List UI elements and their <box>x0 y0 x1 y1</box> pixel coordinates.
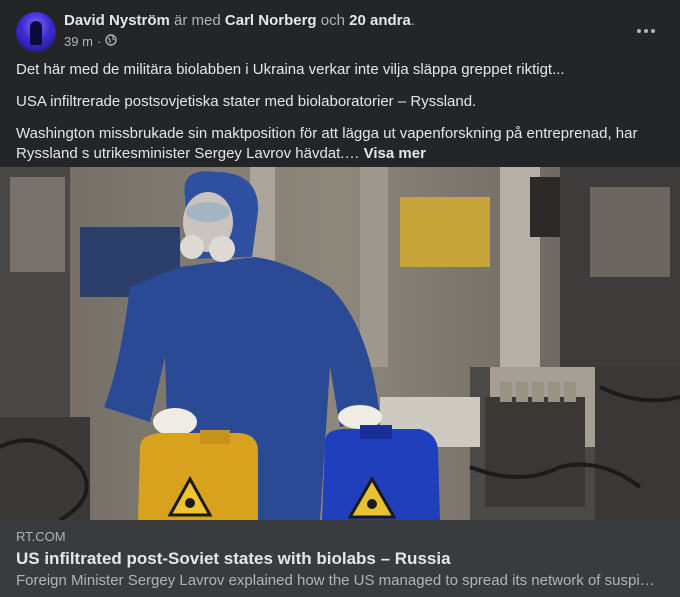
facebook-post: David Nyström är med Carl Norberg och 20… <box>0 0 680 597</box>
link-preview-image[interactable] <box>0 167 680 520</box>
more-horizontal-icon <box>636 21 656 39</box>
lab-worker-photo <box>0 167 680 520</box>
post-meta: David Nyström är med Carl Norberg och 20… <box>64 12 415 50</box>
separator-dot: · <box>96 34 102 49</box>
others-link[interactable]: 20 andra <box>349 12 411 29</box>
tagged-user[interactable]: Carl Norberg <box>225 12 317 29</box>
period: . <box>410 12 415 29</box>
post-header: David Nyström är med Carl Norberg och 20… <box>16 12 664 52</box>
see-more-link[interactable]: Visa mer <box>364 145 426 162</box>
with-text: är med <box>174 12 221 29</box>
post-attribution: David Nyström är med Carl Norberg och 20… <box>64 11 415 31</box>
and-text: och <box>320 12 345 29</box>
globe-icon <box>105 34 117 50</box>
post-paragraph-3: Washington missbrukade sin maktposition … <box>16 124 666 164</box>
post-timestamp[interactable]: 39 m <box>64 34 93 50</box>
post-text: Det här med de militära biolabben i Ukra… <box>16 60 666 176</box>
post-paragraph-1: Det här med de militära biolabben i Ukra… <box>16 61 565 78</box>
author-avatar[interactable] <box>16 12 56 52</box>
link-domain: RT.COM <box>16 529 66 544</box>
link-title[interactable]: US infiltrated post-Soviet states with b… <box>16 549 451 569</box>
link-preview[interactable]: RT.COM US infiltrated post-Soviet states… <box>0 520 680 597</box>
post-paragraph-2: USA infiltrerade postsovjetiska stater m… <box>16 93 477 110</box>
post-submeta: 39 m · <box>64 34 415 50</box>
author-name[interactable]: David Nyström <box>64 12 170 29</box>
link-description: Foreign Minister Sergey Lavrov explained… <box>16 572 656 589</box>
more-options-button[interactable] <box>628 12 664 48</box>
post-paragraph-3-text: Washington missbrukade sin maktposition … <box>16 125 638 162</box>
